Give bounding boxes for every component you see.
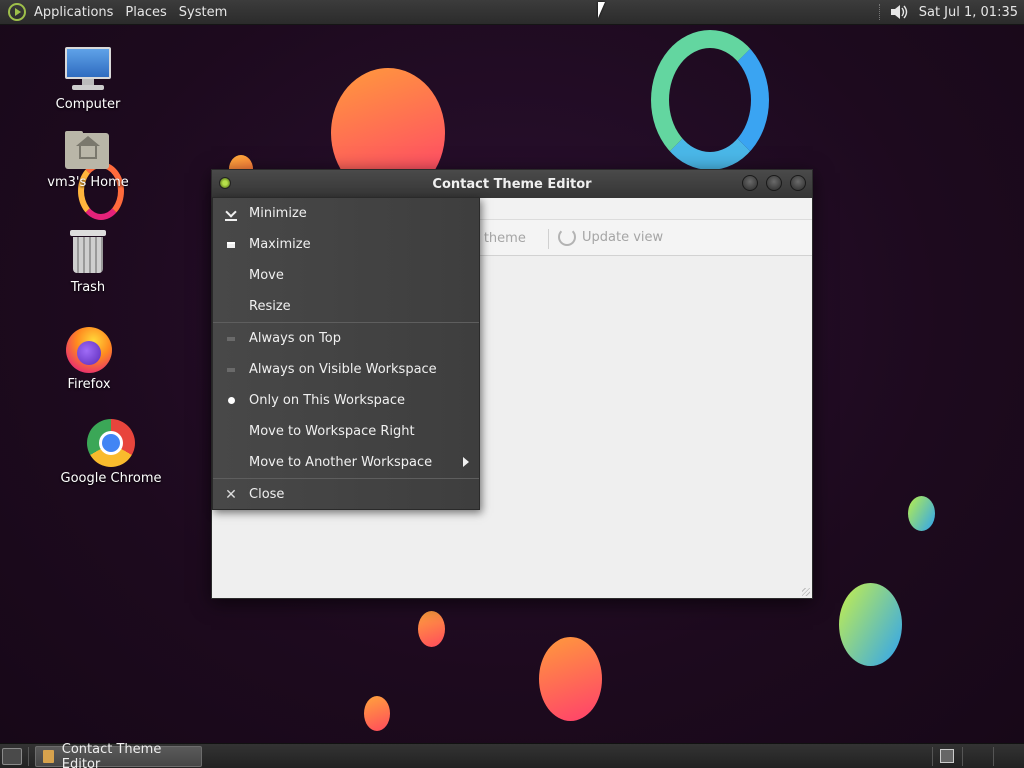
desktop-icon-firefox[interactable]: Firefox — [34, 327, 144, 392]
menu-item-resize[interactable]: Resize — [213, 291, 479, 322]
window-menu-icon[interactable] — [219, 177, 231, 189]
menu-item-label: Move to Another Workspace — [249, 455, 433, 470]
panel-separator — [28, 747, 29, 766]
menu-item-always-on-top[interactable]: Always on Top — [213, 323, 479, 354]
mouse-cursor-icon — [598, 2, 612, 18]
update-view-button[interactable]: Update view — [558, 228, 663, 246]
menu-item-label: Minimize — [249, 206, 307, 221]
panel-tray: Sat Jul 1, 01:35 — [878, 0, 1024, 24]
volume-icon[interactable] — [889, 4, 909, 20]
menu-item-label: Close — [249, 487, 285, 502]
close-button[interactable] — [790, 175, 806, 191]
menu-item-move-workspace-right[interactable]: Move to Workspace Right — [213, 416, 479, 447]
workspace-switcher[interactable] — [940, 749, 954, 763]
menu-item-move-to-another-workspace[interactable]: Move to Another Workspace — [213, 447, 479, 478]
wallpaper-shape — [908, 496, 935, 531]
window-controls — [742, 175, 806, 191]
menu-system[interactable]: System — [173, 5, 233, 20]
desktop-icon-chrome[interactable]: Google Chrome — [56, 419, 166, 486]
menu-item-label: Move to Workspace Right — [249, 424, 415, 439]
menu-item-close[interactable]: ✕ Close — [213, 479, 479, 510]
menu-places[interactable]: Places — [119, 5, 172, 20]
window-context-menu: Minimize Maximize Move Resize Always on … — [212, 197, 480, 510]
wallpaper-shape — [364, 696, 390, 731]
update-view-label: Update view — [582, 229, 664, 245]
desktop-icon-label: vm3's Home — [47, 175, 129, 190]
desktop-icon-label: Firefox — [67, 377, 111, 392]
menu-item-only-on-this-workspace[interactable]: Only on This Workspace — [213, 385, 479, 416]
menu-item-always-on-visible-workspace[interactable]: Always on Visible Workspace — [213, 354, 479, 385]
desktop-icon-label: Computer — [55, 97, 121, 112]
desktop-icon-label: Trash — [70, 280, 106, 295]
resize-grip[interactable] — [802, 588, 810, 596]
unchecked-icon — [227, 336, 235, 341]
menu-item-minimize[interactable]: Minimize — [213, 198, 479, 229]
menu-applications[interactable]: Applications — [28, 5, 119, 20]
taskbar-item[interactable]: Contact Theme Editor — [35, 742, 202, 768]
home-folder-icon — [65, 131, 111, 171]
app-window-icon — [43, 750, 54, 763]
window-titlebar[interactable]: Contact Theme Editor — [212, 170, 812, 198]
menu-item-label: Always on Visible Workspace — [249, 362, 437, 377]
wallpaper-shape — [839, 583, 902, 666]
computer-icon — [64, 47, 112, 93]
maximize-button[interactable] — [766, 175, 782, 191]
clock[interactable]: Sat Jul 1, 01:35 — [919, 5, 1024, 20]
desktop-icon-home[interactable]: vm3's Home — [33, 131, 143, 190]
trash-icon — [68, 230, 108, 276]
wallpaper-shape — [651, 30, 769, 170]
desktop-icon-label: Google Chrome — [60, 471, 162, 486]
distro-logo-icon[interactable] — [8, 3, 26, 21]
panel-separator — [962, 747, 963, 766]
bottom-panel: Contact Theme Editor — [0, 742, 1024, 768]
taskbar-item-label: Contact Theme Editor — [61, 741, 162, 768]
maximize-icon — [227, 241, 235, 248]
toolbar-separator — [548, 229, 549, 249]
menu-item-label: Move — [249, 268, 284, 283]
menu-item-label: Only on This Workspace — [249, 393, 405, 408]
submenu-arrow-icon — [463, 457, 469, 467]
radio-selected-icon — [227, 397, 235, 404]
window-title: Contact Theme Editor — [432, 176, 592, 192]
firefox-icon — [66, 327, 112, 373]
show-desktop-icon[interactable] — [2, 748, 22, 765]
refresh-icon — [558, 228, 576, 246]
menu-item-maximize[interactable]: Maximize — [213, 229, 479, 260]
menu-item-label: Resize — [249, 299, 291, 314]
menu-item-move[interactable]: Move — [213, 260, 479, 291]
minimize-button[interactable] — [742, 175, 758, 191]
minimize-icon — [225, 209, 237, 221]
wallpaper-shape — [418, 611, 445, 647]
unchecked-icon — [227, 367, 235, 372]
panel-separator — [993, 747, 994, 766]
top-panel: Applications Places System Sat Jul 1, 01… — [0, 0, 1024, 25]
desktop-icon-computer[interactable]: Computer — [33, 47, 143, 112]
wallpaper-shape — [539, 637, 602, 721]
menu-item-label: Maximize — [249, 237, 311, 252]
panel-separator — [932, 747, 933, 766]
close-icon: ✕ — [225, 486, 237, 503]
panel-separator — [878, 4, 881, 20]
desktop-icon-trash[interactable]: Trash — [33, 230, 143, 295]
menu-item-label: Always on Top — [249, 331, 341, 346]
chrome-icon — [87, 419, 135, 467]
